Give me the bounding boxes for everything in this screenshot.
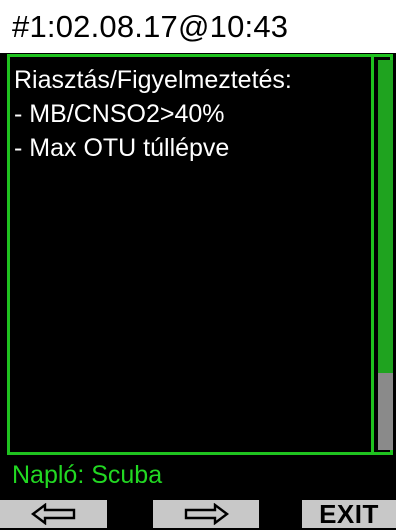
next-button[interactable] bbox=[153, 500, 259, 528]
alarm-heading: Riasztás/Figyelmeztetés: bbox=[14, 66, 292, 94]
right-arrow-icon bbox=[184, 503, 229, 525]
softkey-bar: EXIT bbox=[0, 498, 396, 529]
alarm-item: - Max OTU túllépve bbox=[14, 134, 230, 162]
scrollbar-thumb[interactable] bbox=[378, 60, 393, 373]
alarm-list: Riasztás/Figyelmeztetés: - MB/CNSO2>40% … bbox=[14, 63, 370, 165]
previous-button[interactable] bbox=[0, 500, 107, 528]
scrollbar[interactable] bbox=[374, 57, 393, 452]
exit-button[interactable]: EXIT bbox=[302, 498, 396, 529]
log-title-header: #1:02.08.17@10:43 bbox=[0, 0, 396, 53]
scrollbar-remaining bbox=[378, 373, 393, 450]
log-type-label: Napló: Scuba bbox=[12, 461, 163, 489]
alarm-item: - MB/CNSO2>40% bbox=[14, 100, 225, 128]
left-arrow-icon bbox=[30, 503, 75, 525]
exit-label: EXIT bbox=[319, 498, 379, 529]
log-title: #1:02.08.17@10:43 bbox=[12, 9, 289, 44]
log-detail-panel: Riasztás/Figyelmeztetés: - MB/CNSO2>40% … bbox=[7, 54, 393, 455]
